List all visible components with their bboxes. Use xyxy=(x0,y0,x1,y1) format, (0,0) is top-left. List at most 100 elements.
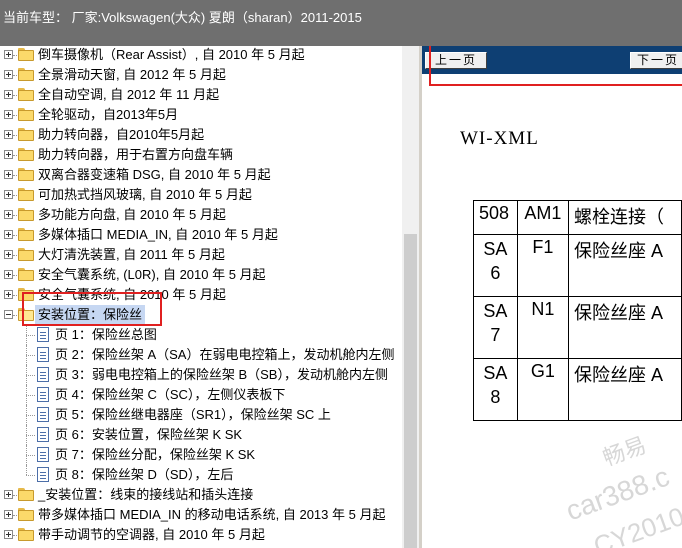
tree-connector xyxy=(26,345,27,355)
tree-item-label: 多媒体插口 MEDIA_IN, 自 2010 年 5 月起 xyxy=(38,227,278,242)
document-viewer: 上一页 下一页 WI-XML 508 AM1 螺栓连接（ SA 6 F1 保险丝座 A SA… xyxy=(422,46,682,548)
tree-folder-row[interactable]: 可加热式挡风玻璃, 自 2010 年 5 月起 xyxy=(0,185,402,205)
tree-item-label: 页 3：弱电电控箱上的保险丝架 B（SB），发动机舱内左侧 xyxy=(55,367,388,382)
tree-folder-row[interactable]: 安全气囊系统, (L0R), 自 2010 年 5 月起 xyxy=(0,265,402,285)
expand-icon[interactable] xyxy=(4,510,13,519)
table-cell: SA 7 xyxy=(473,296,518,359)
table-row: 508 AM1 螺栓连接（ xyxy=(473,200,682,235)
highlight-box-nav xyxy=(429,46,682,86)
expand-icon[interactable] xyxy=(4,210,13,219)
table-cell: 保险丝座 A xyxy=(568,296,682,359)
fuse-table: 508 AM1 螺栓连接（ SA 6 F1 保险丝座 A SA 7 N1 保险丝座 A SA 8G… xyxy=(473,200,682,421)
tree-item-label: 全自动空调, 自 2012 年 11 月起 xyxy=(38,87,220,102)
expand-icon[interactable] xyxy=(4,70,13,79)
tree-folder-row[interactable]: 多功能方向盘, 自 2010 年 5 月起 xyxy=(0,205,402,225)
expand-icon[interactable] xyxy=(4,250,13,259)
tree-folder-row[interactable]: 助力转向器，自2010年5月起 xyxy=(0,125,402,145)
vehicle-title: 当前车型： 厂家:Volkswagen(大众) 夏朗（sharan）2011-2… xyxy=(3,10,362,25)
tree-connector xyxy=(26,465,27,475)
tree-folder-row[interactable]: 倒车摄像机（Rear Assist）, 自 2010 年 5 月起 xyxy=(0,46,402,65)
tree-item-label: 页 6：安装位置，保险丝架 K SK xyxy=(55,427,243,442)
expand-icon[interactable] xyxy=(4,490,13,499)
tree-item-label: 全轮驱动，自2013年5月 xyxy=(38,107,179,122)
expand-icon[interactable] xyxy=(4,90,13,99)
tree-panel: 倒车摄像机（Rear Assist）, 自 2010 年 5 月起全景滑动天窗,… xyxy=(0,46,402,548)
tree-connector xyxy=(13,275,17,276)
tree-connector xyxy=(13,515,17,516)
tree-item-label: 可加热式挡风玻璃, 自 2010 年 5 月起 xyxy=(38,187,252,202)
tree-folder-row[interactable]: 双离合器变速箱 DSG, 自 2010 年 5 月起 xyxy=(0,165,402,185)
page-document-icon xyxy=(37,387,49,402)
tree-connector xyxy=(26,415,27,425)
page-document-icon xyxy=(37,407,49,422)
tree-page-row[interactable]: 页 8：保险丝架 D（SD），左后 xyxy=(0,465,402,485)
folder-icon xyxy=(18,68,34,81)
tree-connector xyxy=(26,355,35,356)
folder-icon xyxy=(18,248,34,261)
tree-connector xyxy=(13,175,17,176)
tree-connector xyxy=(13,95,17,96)
table-row: SA 6 F1 保险丝座 A xyxy=(473,234,682,297)
folder-icon xyxy=(18,268,34,281)
tree-connector xyxy=(13,215,17,216)
expand-icon[interactable] xyxy=(4,50,13,59)
table-cell: SA 8 xyxy=(473,358,518,421)
expand-icon[interactable] xyxy=(4,290,13,299)
expand-icon[interactable] xyxy=(4,230,13,239)
tree-item-label: 全景滑动天窗, 自 2012 年 5 月起 xyxy=(38,67,226,82)
expand-icon[interactable] xyxy=(4,130,13,139)
tree-folder-row[interactable]: 全景滑动天窗, 自 2012 年 5 月起 xyxy=(0,65,402,85)
folder-icon xyxy=(18,168,34,181)
tree-folder-row[interactable]: 多媒体插口 MEDIA_IN, 自 2010 年 5 月起 xyxy=(0,225,402,245)
tree-connector xyxy=(26,425,27,435)
folder-icon xyxy=(18,48,34,61)
folder-icon xyxy=(18,528,34,541)
tree-page-row[interactable]: 页 4：保险丝架 C（SC），左侧仪表板下 xyxy=(0,385,402,405)
tree-folder-row[interactable]: 带手动调节的空调器, 自 2010 年 5 月起 xyxy=(0,525,402,545)
tree-connector xyxy=(26,365,27,375)
tree-connector xyxy=(13,135,17,136)
folder-icon xyxy=(18,488,34,501)
tree-folder-row[interactable]: 带多媒体插口 MEDIA_IN 的移动电话系统, 自 2013 年 5 月起 xyxy=(0,505,402,525)
table-cell: G1 xyxy=(516,358,570,421)
expand-icon[interactable] xyxy=(4,110,13,119)
document-heading: WI-XML xyxy=(460,128,539,149)
tree-folder-row[interactable]: 全自动空调, 自 2012 年 11 月起 xyxy=(0,85,402,105)
tree-item-label: 双离合器变速箱 DSG, 自 2010 年 5 月起 xyxy=(38,167,271,182)
tree-folder-row[interactable]: 全轮驱动，自2013年5月 xyxy=(0,105,402,125)
tree-connector xyxy=(26,455,27,465)
folder-icon xyxy=(18,108,34,121)
tree-page-row[interactable]: 页 7：保险丝分配，保险丝架 K SK xyxy=(0,445,402,465)
scrollbar-thumb[interactable] xyxy=(404,234,417,548)
folder-icon xyxy=(18,188,34,201)
tree-item-label: 带多媒体插口 MEDIA_IN 的移动电话系统, 自 2013 年 5 月起 xyxy=(38,507,386,522)
table-cell: 保险丝座 A xyxy=(568,234,682,297)
expand-icon[interactable] xyxy=(4,190,13,199)
tree-connector xyxy=(26,435,27,445)
tree-connector xyxy=(13,315,17,316)
tree-folder-row[interactable]: 大灯清洗装置, 自 2011 年 5 月起 xyxy=(0,245,402,265)
tree-page-row[interactable]: 页 5：保险丝继电器座（SR1），保险丝架 SC 上 xyxy=(0,405,402,425)
tree-folder-row[interactable]: 助力转向器，用于右置方向盘车辆 xyxy=(0,145,402,165)
page-document-icon xyxy=(37,467,49,482)
tree-page-row[interactable]: 页 2：保险丝架 A（SA）在弱电电控箱上，发动机舱内左侧 xyxy=(0,345,402,365)
tree-item-label: 助力转向器，自2010年5月起 xyxy=(38,127,205,142)
expand-icon[interactable] xyxy=(4,150,13,159)
tree-page-row[interactable]: 页 1：保险丝总图 xyxy=(0,325,402,345)
collapse-icon[interactable] xyxy=(4,310,13,319)
tree-item-label: 带手动调节的空调器, 自 2010 年 5 月起 xyxy=(38,527,265,542)
expand-icon[interactable] xyxy=(4,530,13,539)
tree-connector xyxy=(26,415,35,416)
tree-folder-row[interactable]: _安装位置：线束的接线站和插头连接 xyxy=(0,485,402,505)
tree-page-row[interactable]: 页 6：安装位置，保险丝架 K SK xyxy=(0,425,402,445)
tree-connector xyxy=(13,495,17,496)
tree-scrollbar[interactable] xyxy=(402,46,419,548)
tree-connector xyxy=(26,395,35,396)
table-cell: F1 xyxy=(516,234,570,297)
tree-connector xyxy=(13,235,17,236)
expand-icon[interactable] xyxy=(4,270,13,279)
tree-page-row[interactable]: 页 3：弱电电控箱上的保险丝架 B（SB），发动机舱内左侧 xyxy=(0,365,402,385)
highlight-box-tree xyxy=(22,292,162,326)
tree-connector xyxy=(13,255,17,256)
expand-icon[interactable] xyxy=(4,170,13,179)
